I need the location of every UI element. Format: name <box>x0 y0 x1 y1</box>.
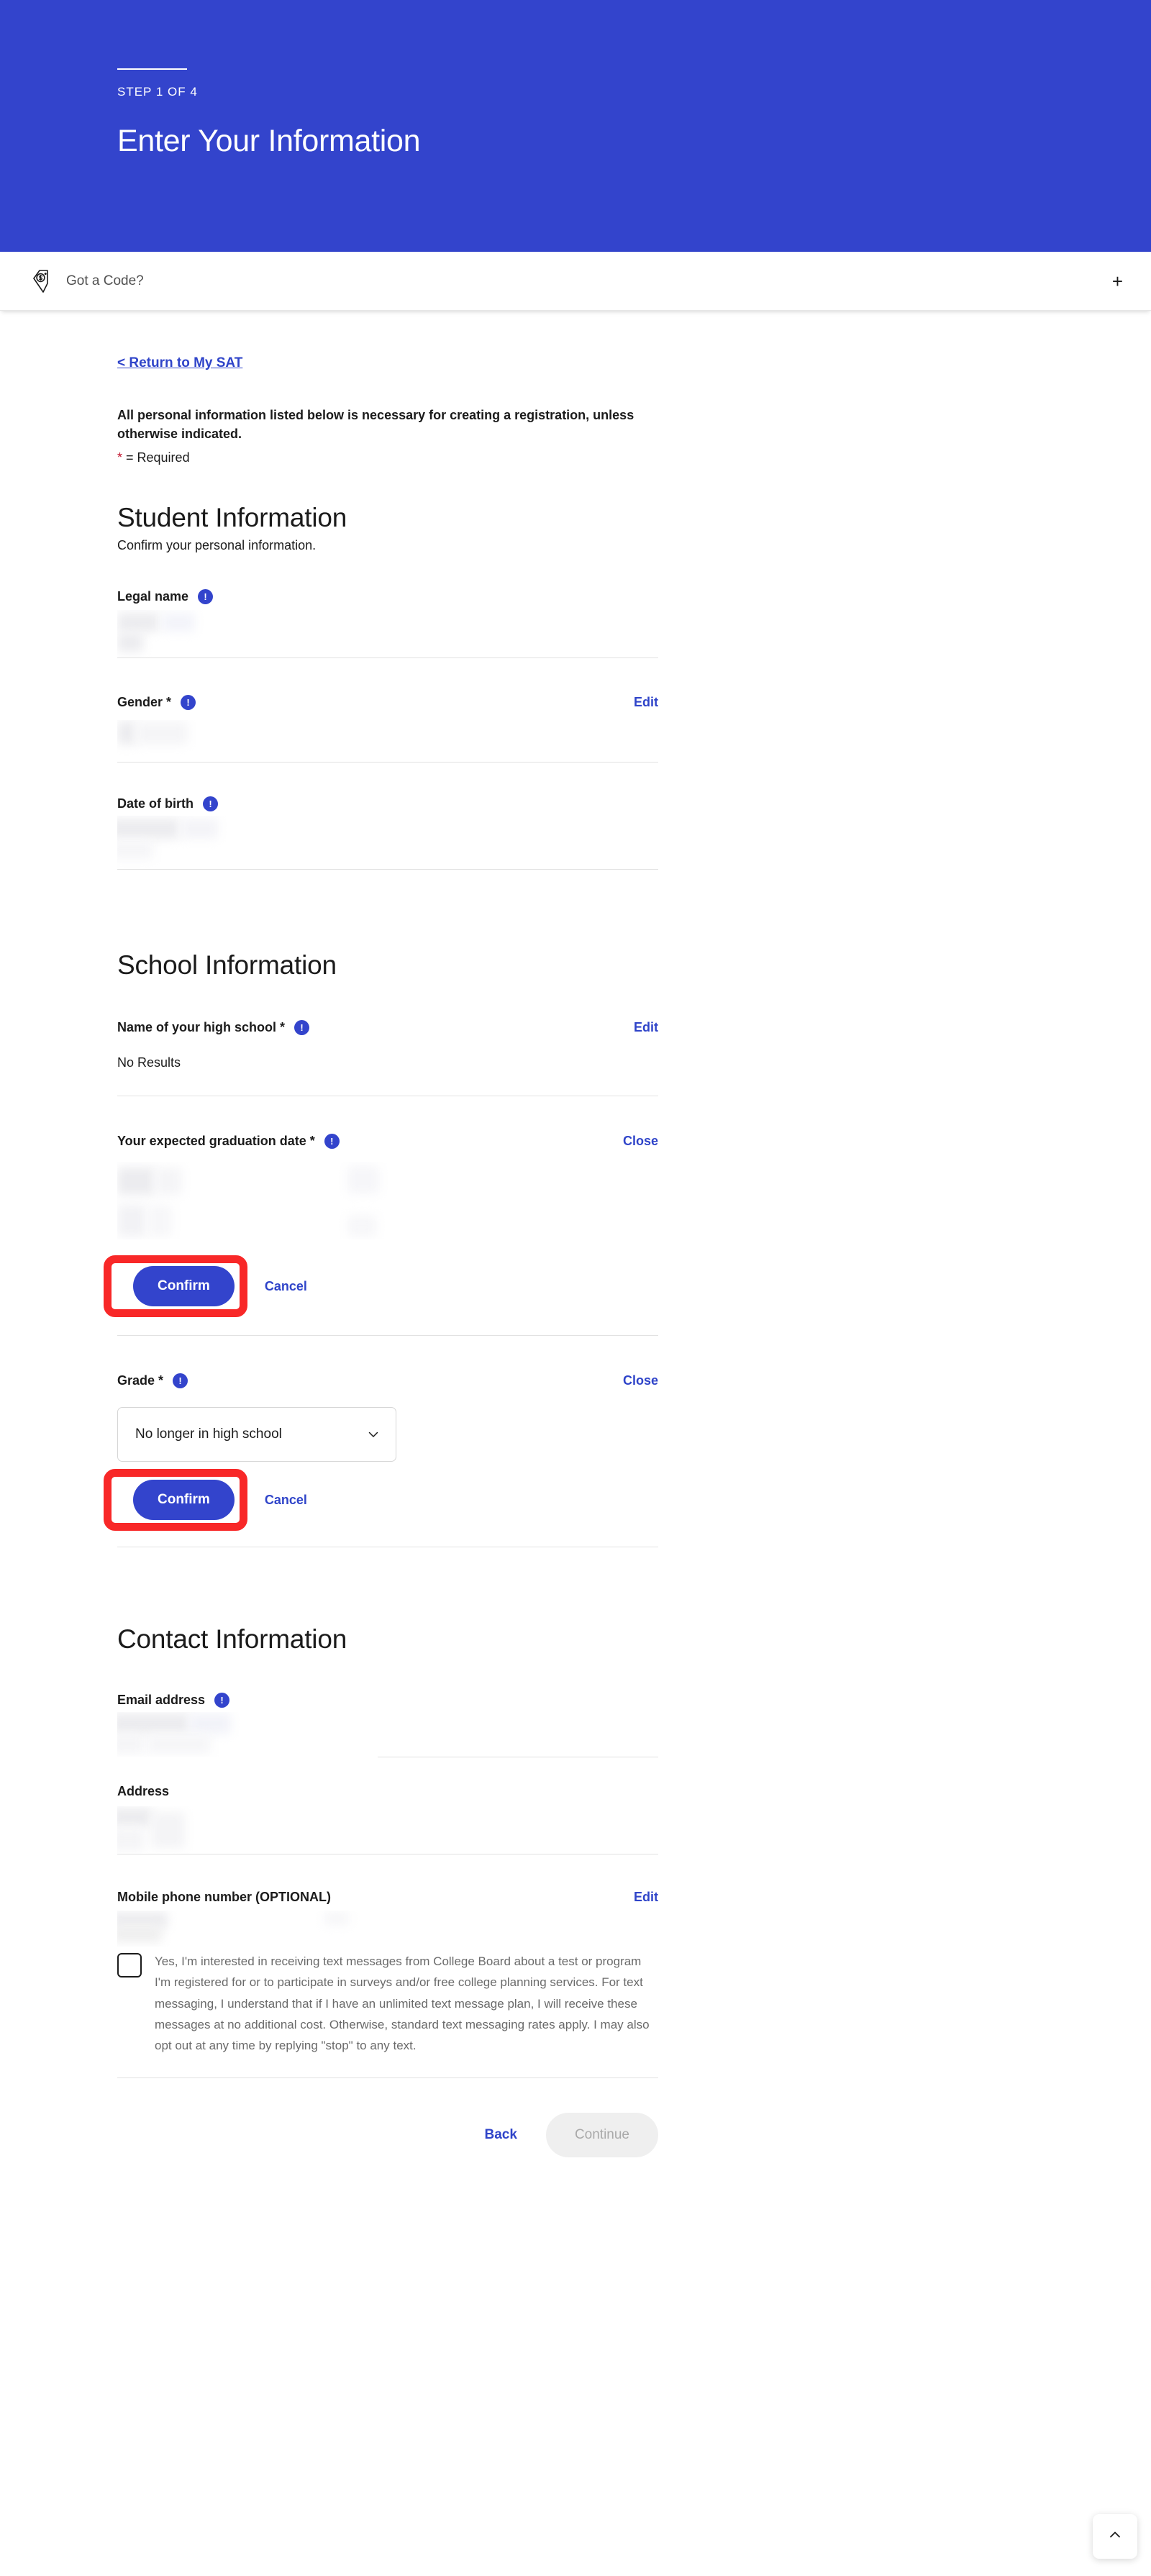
field-graduation-date: Your expected graduation date * ! Close … <box>104 1130 658 1337</box>
field-grade: Grade * ! Close No longer in high school… <box>104 1370 658 1549</box>
field-grade-label: Grade * <box>117 1373 164 1388</box>
field-email-label: Email address <box>117 1692 206 1707</box>
field-dob-label: Date of birth <box>117 796 194 811</box>
field-grade-header: Grade * ! Close <box>117 1370 658 1391</box>
step-indicator: STEP 1 OF 4 <box>117 85 198 99</box>
field-mobile-phone: Mobile phone number (OPTIONAL) Edit Yes,… <box>117 1886 658 2080</box>
hero-accent-rule <box>117 68 187 70</box>
field-high-school-label: Name of your high school * <box>117 1019 286 1034</box>
confirm-grade-button[interactable]: Confirm <box>133 1480 235 1521</box>
info-icon[interactable]: ! <box>203 796 218 811</box>
got-a-code-label: Got a Code? <box>66 273 144 288</box>
field-address-header: Address <box>117 1780 658 1802</box>
field-legal-name: Legal name ! <box>117 586 658 660</box>
field-divider <box>117 657 658 659</box>
price-tag-dollar-icon <box>30 268 56 294</box>
field-gender-label: Gender * <box>117 694 172 709</box>
field-gender: Gender * ! Edit <box>117 691 658 764</box>
field-email: Email address ! <box>117 1689 658 1759</box>
cancel-grade-button[interactable]: Cancel <box>265 1493 307 1508</box>
cancel-graduation-date-button[interactable]: Cancel <box>265 1279 307 1294</box>
field-high-school-header: Name of your high school * ! Edit <box>117 1016 658 1038</box>
grade-select-value: No longer in high school <box>135 1426 282 1442</box>
field-legal-name-label: Legal name <box>117 588 189 604</box>
got-a-code-left: Got a Code? <box>30 268 144 294</box>
required-legend-text: = Required <box>122 450 190 465</box>
field-mobile-value-redacted <box>117 1911 658 1947</box>
field-mobile-label: Mobile phone number (OPTIONAL) <box>117 1889 331 1904</box>
continue-button: Continue <box>545 2113 658 2158</box>
page-hero: STEP 1 OF 4 Enter Your Information <box>0 0 1151 252</box>
page-title: Enter Your Information <box>117 124 421 158</box>
confirm-graduation-date-button[interactable]: Confirm <box>133 1266 235 1307</box>
field-divider <box>117 2077 658 2079</box>
return-to-my-sat-link[interactable]: < Return to My SAT <box>117 355 242 371</box>
text-consent-checkbox[interactable] <box>117 1953 142 1978</box>
section-heading-student: Student Information <box>117 503 347 533</box>
field-graduation-date-header: Your expected graduation date * ! Close <box>117 1130 658 1152</box>
field-gender-header: Gender * ! Edit <box>117 691 658 713</box>
field-email-value-redacted <box>117 1712 658 1757</box>
field-address: Address <box>117 1780 658 1856</box>
field-legal-name-header: Legal name ! <box>117 586 658 607</box>
info-icon[interactable]: ! <box>198 588 214 604</box>
back-button[interactable]: Back <box>485 2127 517 2143</box>
section-heading-school: School Information <box>117 950 337 980</box>
chevron-up-icon <box>1107 2527 1123 2547</box>
field-dob-value-redacted <box>117 816 658 869</box>
field-divider <box>117 1335 658 1337</box>
field-divider <box>117 762 658 763</box>
field-legal-name-value-redacted <box>117 610 658 657</box>
field-email-header: Email address ! <box>117 1689 658 1711</box>
field-high-school-value: No Results <box>117 1055 181 1070</box>
form-footer-actions: Back Continue <box>117 2113 658 2158</box>
edit-high-school-button[interactable]: Edit <box>634 1020 658 1035</box>
field-divider <box>117 869 658 870</box>
grade-actions: Confirm Cancel <box>104 1469 658 1532</box>
field-date-of-birth: Date of birth ! <box>117 793 658 871</box>
field-high-school: Name of your high school * ! Edit No Res… <box>117 1016 658 1098</box>
edit-mobile-button[interactable]: Edit <box>634 1890 658 1905</box>
required-legend: * = Required <box>117 450 658 465</box>
main-content: < Return to My SAT All personal informat… <box>0 311 1151 2244</box>
expand-plus-icon[interactable]: + <box>1112 272 1124 291</box>
scroll-to-top-button[interactable] <box>1093 2514 1137 2559</box>
close-graduation-date-button[interactable]: Close <box>623 1134 658 1149</box>
edit-gender-button[interactable]: Edit <box>634 695 658 710</box>
form-column: < Return to My SAT All personal informat… <box>104 311 658 2158</box>
close-grade-button[interactable]: Close <box>623 1373 658 1388</box>
personal-info-notice: All personal information listed below is… <box>117 408 634 442</box>
field-mobile-header: Mobile phone number (OPTIONAL) Edit <box>117 1886 658 1908</box>
text-consent-row: Yes, I'm interested in receiving text me… <box>117 1951 658 2056</box>
info-icon[interactable]: ! <box>324 1133 340 1149</box>
field-graduation-date-label: Your expected graduation date * <box>117 1133 315 1148</box>
info-icon[interactable]: ! <box>214 1692 230 1708</box>
info-icon[interactable]: ! <box>181 694 196 710</box>
grade-select[interactable]: No longer in high school <box>117 1407 396 1462</box>
chevron-down-icon <box>367 1428 380 1441</box>
info-icon[interactable]: ! <box>294 1019 310 1035</box>
required-asterisk: * <box>117 450 123 465</box>
section-heading-contact: Contact Information <box>117 1624 347 1655</box>
field-address-value-redacted <box>117 1806 658 1854</box>
field-graduation-date-input-redacted[interactable] <box>117 1162 658 1239</box>
section-sub-student: Confirm your personal information. <box>117 538 317 553</box>
field-gender-value-redacted <box>117 720 658 762</box>
field-address-label: Address <box>117 1783 170 1798</box>
got-a-code-bar[interactable]: Got a Code? + <box>0 252 1151 311</box>
field-dob-header: Date of birth ! <box>117 793 658 814</box>
graduation-date-actions: Confirm Cancel <box>104 1255 658 1318</box>
info-icon[interactable]: ! <box>173 1373 188 1388</box>
text-consent-label: Yes, I'm interested in receiving text me… <box>155 1954 650 2053</box>
